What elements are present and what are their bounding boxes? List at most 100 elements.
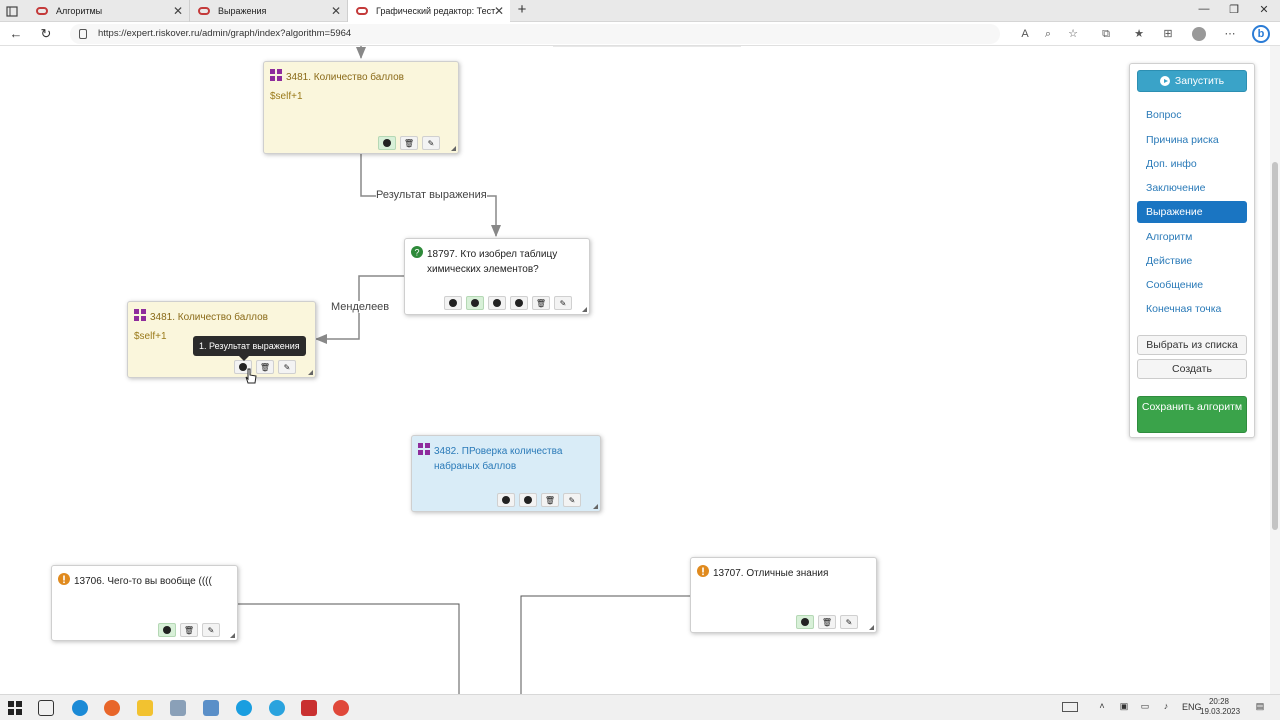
- resize-handle[interactable]: [582, 307, 587, 312]
- zoom-icon[interactable]: ⌕: [1041, 27, 1055, 41]
- palette-item-risk-cause[interactable]: Причина риска: [1137, 129, 1247, 151]
- edit-icon[interactable]: ✎: [840, 615, 858, 629]
- palette-item-endpoint[interactable]: Конечная точка: [1137, 298, 1247, 320]
- edit-icon[interactable]: ✎: [278, 360, 296, 374]
- palette-item-action[interactable]: Действие: [1137, 250, 1247, 272]
- favorite-star-icon[interactable]: ☆: [1066, 27, 1080, 41]
- delete-icon[interactable]: 🗑: [256, 360, 274, 374]
- new-tab-icon[interactable]: +: [512, 1, 532, 18]
- output-port-button[interactable]: [158, 623, 176, 637]
- tab-close-icon[interactable]: ✕: [494, 4, 504, 18]
- palette-item-question[interactable]: Вопрос: [1137, 104, 1247, 126]
- tray-app-icon[interactable]: ▣: [1118, 701, 1130, 713]
- notifications-icon[interactable]: ▤: [1254, 701, 1266, 713]
- palette-item-message[interactable]: Сообщение: [1137, 274, 1247, 296]
- favorites-icon[interactable]: ★: [1132, 27, 1146, 41]
- lock-icon: [79, 29, 87, 39]
- extensions-icon[interactable]: ⧉: [1099, 27, 1113, 41]
- resize-handle[interactable]: [451, 146, 456, 151]
- node-palette-panel: Запустить Вопрос Причина риска Доп. инфо…: [1129, 63, 1255, 438]
- minimize-icon[interactable]: —: [1194, 3, 1214, 19]
- output-port-button[interactable]: [519, 493, 537, 507]
- tab-actions-icon[interactable]: [4, 3, 20, 19]
- address-bar: ← ↻ https://expert.riskover.ru/admin/gra…: [0, 22, 1280, 46]
- resize-handle[interactable]: [230, 633, 235, 638]
- app-close-icon[interactable]: [333, 700, 349, 716]
- delete-icon[interactable]: 🗑: [400, 136, 418, 150]
- output-port-button[interactable]: [497, 493, 515, 507]
- battery-icon[interactable]: ▭: [1139, 701, 1151, 713]
- volume-icon[interactable]: ♪: [1160, 701, 1172, 713]
- info-icon: [58, 573, 70, 585]
- restore-icon[interactable]: ❐: [1224, 3, 1244, 19]
- delete-icon[interactable]: 🗑: [180, 623, 198, 637]
- delete-icon[interactable]: 🗑: [532, 296, 550, 310]
- node-title: 18797. Кто изобрел таблицу химических эл…: [427, 249, 558, 275]
- resize-handle[interactable]: [308, 370, 313, 375]
- windows-start-icon[interactable]: [7, 700, 23, 716]
- tab-algorithms[interactable]: Алгоритмы ✕: [28, 0, 190, 22]
- resize-handle[interactable]: [869, 625, 874, 630]
- delete-icon[interactable]: 🗑: [541, 493, 559, 507]
- choose-from-list-button[interactable]: Выбрать из списка: [1137, 335, 1247, 355]
- edge-label-result: Результат выражения: [376, 189, 487, 201]
- edit-icon[interactable]: ✎: [422, 136, 440, 150]
- more-icon[interactable]: ⋯: [1223, 27, 1237, 41]
- keyboard-icon[interactable]: [1062, 702, 1078, 712]
- skype-icon[interactable]: [236, 700, 252, 716]
- expression-node[interactable]: 3481. Количество баллов $self+1 🗑 ✎: [263, 61, 459, 154]
- edge-browser-icon[interactable]: [72, 700, 88, 716]
- refresh-icon[interactable]: ↻: [38, 26, 54, 42]
- file-explorer-icon[interactable]: [137, 700, 153, 716]
- page-scrollbar[interactable]: [1270, 46, 1280, 694]
- edit-icon[interactable]: ✎: [202, 623, 220, 637]
- tray-chevron-icon[interactable]: ˄: [1096, 701, 1108, 713]
- tab-close-icon[interactable]: ✕: [173, 4, 183, 18]
- clock-time: 20:28: [1208, 697, 1230, 706]
- bing-icon[interactable]: b: [1252, 25, 1270, 43]
- run-button[interactable]: Запустить: [1137, 70, 1247, 92]
- edit-icon[interactable]: ✎: [563, 493, 581, 507]
- tab-graph-editor[interactable]: Графический редактор: Тест ✕: [348, 0, 510, 22]
- expression-node[interactable]: 3482. ПРоверка количества набраных балло…: [411, 435, 601, 512]
- profile-avatar[interactable]: [1192, 27, 1206, 41]
- browser-tab-bar: Алгоритмы ✕ Выражения ✕ Графический реда…: [0, 0, 1280, 22]
- language-indicator[interactable]: ENG: [1182, 702, 1202, 712]
- graph-canvas[interactable]: Результат выражения Менделеев 3481. Коли…: [0, 46, 1270, 694]
- save-algorithm-button[interactable]: Сохранить алгоритм: [1137, 396, 1247, 433]
- output-port-button[interactable]: [510, 296, 528, 310]
- firefox-icon[interactable]: [104, 700, 120, 716]
- resize-handle[interactable]: [593, 504, 598, 509]
- palette-item-algorithm[interactable]: Алгоритм: [1137, 226, 1247, 248]
- url-text: https://expert.riskover.ru/admin/graph/i…: [98, 28, 352, 39]
- app-icon[interactable]: [301, 700, 317, 716]
- palette-item-expression[interactable]: Выражение: [1137, 201, 1247, 223]
- url-field[interactable]: https://expert.riskover.ru/admin/graph/i…: [70, 24, 1000, 44]
- tab-expressions[interactable]: Выражения ✕: [190, 0, 348, 22]
- message-node[interactable]: 13707. Отличные знания 🗑 ✎: [690, 557, 877, 633]
- question-node[interactable]: ? 18797. Кто изобрел таблицу химических …: [404, 238, 590, 315]
- telegram-icon[interactable]: [269, 700, 285, 716]
- task-view-icon[interactable]: [38, 700, 54, 716]
- delete-icon[interactable]: 🗑: [818, 615, 836, 629]
- expression-icon: [418, 443, 430, 455]
- output-port-button[interactable]: [378, 136, 396, 150]
- create-button[interactable]: Создать: [1137, 359, 1247, 379]
- output-port-button[interactable]: [466, 296, 484, 310]
- system-clock[interactable]: 20:28 19.03.2023: [1200, 697, 1240, 717]
- app-icon[interactable]: [203, 700, 219, 716]
- back-icon[interactable]: ←: [8, 26, 24, 42]
- output-port-button[interactable]: [488, 296, 506, 310]
- output-port-button[interactable]: [444, 296, 462, 310]
- palette-item-conclusion[interactable]: Заключение: [1137, 177, 1247, 199]
- collections-icon[interactable]: ⊞: [1161, 27, 1175, 41]
- scrollbar-thumb[interactable]: [1272, 162, 1278, 530]
- output-port-button[interactable]: [796, 615, 814, 629]
- read-aloud-icon[interactable]: A: [1018, 27, 1032, 41]
- palette-item-extra-info[interactable]: Доп. инфо: [1137, 153, 1247, 175]
- window-close-icon[interactable]: ✕: [1254, 3, 1274, 19]
- edit-icon[interactable]: ✎: [554, 296, 572, 310]
- message-node[interactable]: 13706. Чего-то вы вообще (((( 🗑 ✎: [51, 565, 238, 641]
- tab-close-icon[interactable]: ✕: [331, 4, 341, 18]
- app-icon[interactable]: [170, 700, 186, 716]
